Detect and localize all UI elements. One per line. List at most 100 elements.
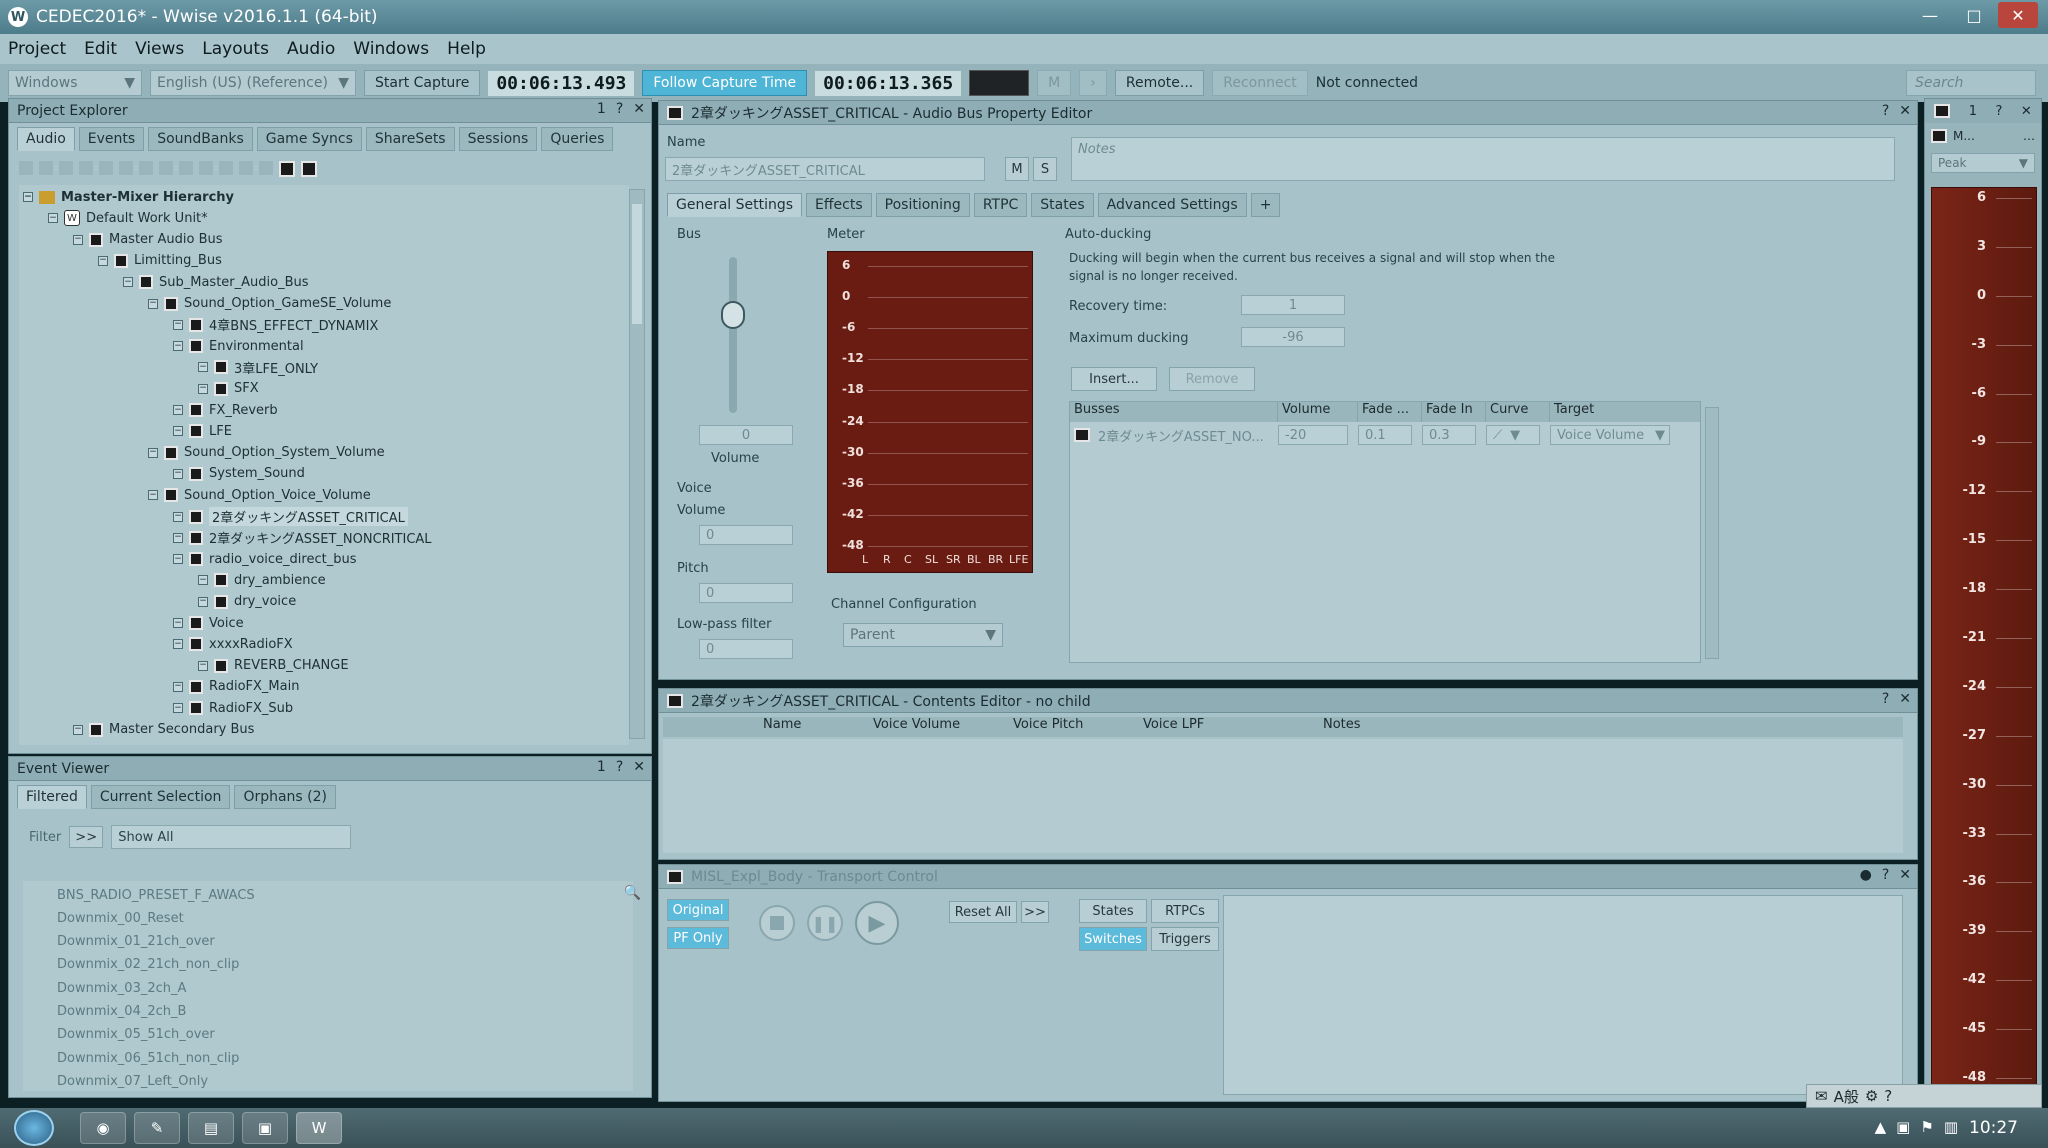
solo-button[interactable]: S <box>1033 157 1057 181</box>
tool-icon[interactable] <box>159 161 173 175</box>
menu-views[interactable]: Views <box>135 39 184 59</box>
event-list-item[interactable]: Downmix_03_2ch_A <box>57 978 186 998</box>
more-icon[interactable]: … <box>2023 129 2035 143</box>
expander-icon[interactable]: − <box>173 703 183 714</box>
chrome-icon[interactable]: ◉ <box>80 1112 126 1144</box>
event-list-item[interactable]: BNS_RADIO_PRESET_F_AWACS <box>57 885 255 905</box>
close-icon[interactable]: ✕ <box>1899 103 1911 119</box>
tab-rtpc[interactable]: RTPC <box>973 193 1028 217</box>
layout-combo[interactable]: Windows ▼ <box>8 70 142 96</box>
expander-icon[interactable]: − <box>198 575 208 586</box>
expander-icon[interactable]: − <box>98 255 108 266</box>
help-icon[interactable]: ? <box>1995 104 2002 119</box>
maximize-button[interactable]: □ <box>1954 2 1994 28</box>
expander-icon[interactable]: − <box>173 426 183 437</box>
tool-icon[interactable] <box>119 161 133 175</box>
tab-events[interactable]: Events <box>78 127 145 151</box>
col-fade-out[interactable]: Fade ... <box>1358 402 1422 422</box>
tool-icon[interactable] <box>39 161 53 175</box>
expander-icon[interactable]: − <box>173 532 183 543</box>
recovery-time-input[interactable]: 1 <box>1241 295 1345 315</box>
expander-icon[interactable]: − <box>173 618 183 628</box>
remote-button[interactable]: Remote... <box>1114 70 1205 96</box>
close-icon[interactable]: ✕ <box>633 101 645 117</box>
notes-field[interactable]: Notes <box>1071 137 1895 181</box>
mute-button[interactable]: M <box>1005 157 1029 181</box>
col-voice-lpf[interactable]: Voice LPF <box>1123 717 1283 737</box>
close-icon[interactable]: ✕ <box>1899 867 1911 883</box>
tool-icon[interactable] <box>79 161 93 175</box>
tree-item[interactable]: − xxxxRadioFX <box>173 634 293 654</box>
m-toolbar-button[interactable]: M <box>1037 70 1072 96</box>
tree-item[interactable]: − 2章ダッキングASSET_CRITICAL <box>173 507 408 527</box>
expander-icon[interactable]: − <box>73 234 83 245</box>
help-icon[interactable]: ? <box>616 759 623 775</box>
expander-icon[interactable]: − <box>148 490 158 501</box>
expander-icon[interactable]: − <box>173 341 183 352</box>
tab-general-settings[interactable]: General Settings <box>667 193 803 217</box>
expander-icon[interactable]: − <box>173 639 183 650</box>
event-list-item[interactable]: Downmix_05_51ch_over <box>57 1025 215 1045</box>
tree-item[interactable]: − 4章BNS_EFFECT_DYNAMIX <box>173 315 378 335</box>
tab-advanced-settings[interactable]: Advanced Settings <box>1097 193 1247 217</box>
col-busses[interactable]: Busses <box>1070 402 1278 422</box>
tree-item[interactable]: − Master Audio Bus <box>73 230 223 250</box>
pf-only-button[interactable]: PF Only <box>667 927 729 949</box>
expander-icon[interactable]: − <box>173 681 183 692</box>
tree-item[interactable]: − LFE <box>173 421 232 441</box>
tree-item[interactable]: − Limitting_Bus <box>98 251 222 271</box>
expander-icon[interactable]: − <box>73 724 83 735</box>
col-target[interactable]: Target <box>1550 402 1680 422</box>
tree-item[interactable]: − Sound_Option_System_Volume <box>148 443 385 463</box>
expander-icon[interactable]: − <box>173 554 183 565</box>
tree-scrollbar[interactable] <box>629 189 645 739</box>
menu-edit[interactable]: Edit <box>84 39 117 59</box>
tool-icon[interactable] <box>99 161 113 175</box>
tree-item[interactable]: − RadioFX_Sub <box>173 698 293 718</box>
pin-icon[interactable]: 1 <box>1969 104 1977 119</box>
minimize-button[interactable]: — <box>1910 2 1950 28</box>
ducking-fade-in-input[interactable]: 0.3 <box>1422 425 1476 445</box>
tool-app-icon[interactable]: ✎ <box>134 1112 180 1144</box>
expander-icon[interactable]: − <box>173 511 183 522</box>
pin-icon[interactable]: 1 <box>597 101 606 117</box>
ducking-table-scrollbar[interactable] <box>1705 407 1719 659</box>
pause-button[interactable]: ❚❚ <box>807 905 843 941</box>
tab-sessions[interactable]: Sessions <box>458 127 538 151</box>
col-notes[interactable]: Notes <box>1283 717 1483 737</box>
filter-expand-button[interactable]: >> <box>69 826 104 848</box>
wwise-taskbar-icon[interactable]: W <box>296 1112 342 1144</box>
pin-icon[interactable]: ● <box>1860 867 1872 883</box>
tool-icon[interactable] <box>219 161 233 175</box>
tool-icon[interactable] <box>59 161 73 175</box>
tree-item[interactable]: − 3章LFE_ONLY <box>198 357 318 377</box>
reset-all-button[interactable]: Reset All <box>949 901 1017 923</box>
triggers-button[interactable]: Triggers <box>1151 927 1219 951</box>
close-button[interactable]: ✕ <box>1998 2 2038 28</box>
search-input[interactable]: Search <box>1906 70 2036 96</box>
event-list-item[interactable]: Downmix_02_21ch_non_clip <box>57 955 239 975</box>
tray-expand-icon[interactable]: ▲ <box>1875 1118 1887 1136</box>
stop-button[interactable] <box>759 905 795 941</box>
expander-icon[interactable]: − <box>198 660 208 671</box>
tool-icon[interactable] <box>179 161 193 175</box>
pin-icon[interactable]: 1 <box>597 759 606 775</box>
lpf-input[interactable]: 0 <box>699 639 793 659</box>
peak-combo[interactable]: Peak ▼ <box>1931 153 2035 173</box>
expander-icon[interactable]: − <box>148 447 158 458</box>
start-capture-button[interactable]: Start Capture <box>364 70 481 96</box>
help-icon[interactable]: ? <box>1882 103 1889 119</box>
help-icon[interactable]: ? <box>1882 691 1889 707</box>
tray-app-icon[interactable]: ▣ <box>1896 1118 1910 1136</box>
tree-item[interactable]: − Master Secondary Bus <box>73 720 254 740</box>
tool-icon[interactable] <box>239 161 253 175</box>
tree-item[interactable]: − Voice <box>173 613 244 633</box>
close-icon[interactable]: ✕ <box>2021 104 2032 119</box>
tree-item[interactable]: − SFX <box>198 379 259 399</box>
bus-icon[interactable] <box>279 161 295 177</box>
flag-icon[interactable]: ⚑ <box>1920 1118 1933 1136</box>
event-list-item[interactable]: Downmix_00_Reset <box>57 908 184 928</box>
menu-project[interactable]: Project <box>8 39 66 59</box>
rtpcs-button[interactable]: RTPCs <box>1151 899 1219 923</box>
max-ducking-input[interactable]: -96 <box>1241 327 1345 347</box>
